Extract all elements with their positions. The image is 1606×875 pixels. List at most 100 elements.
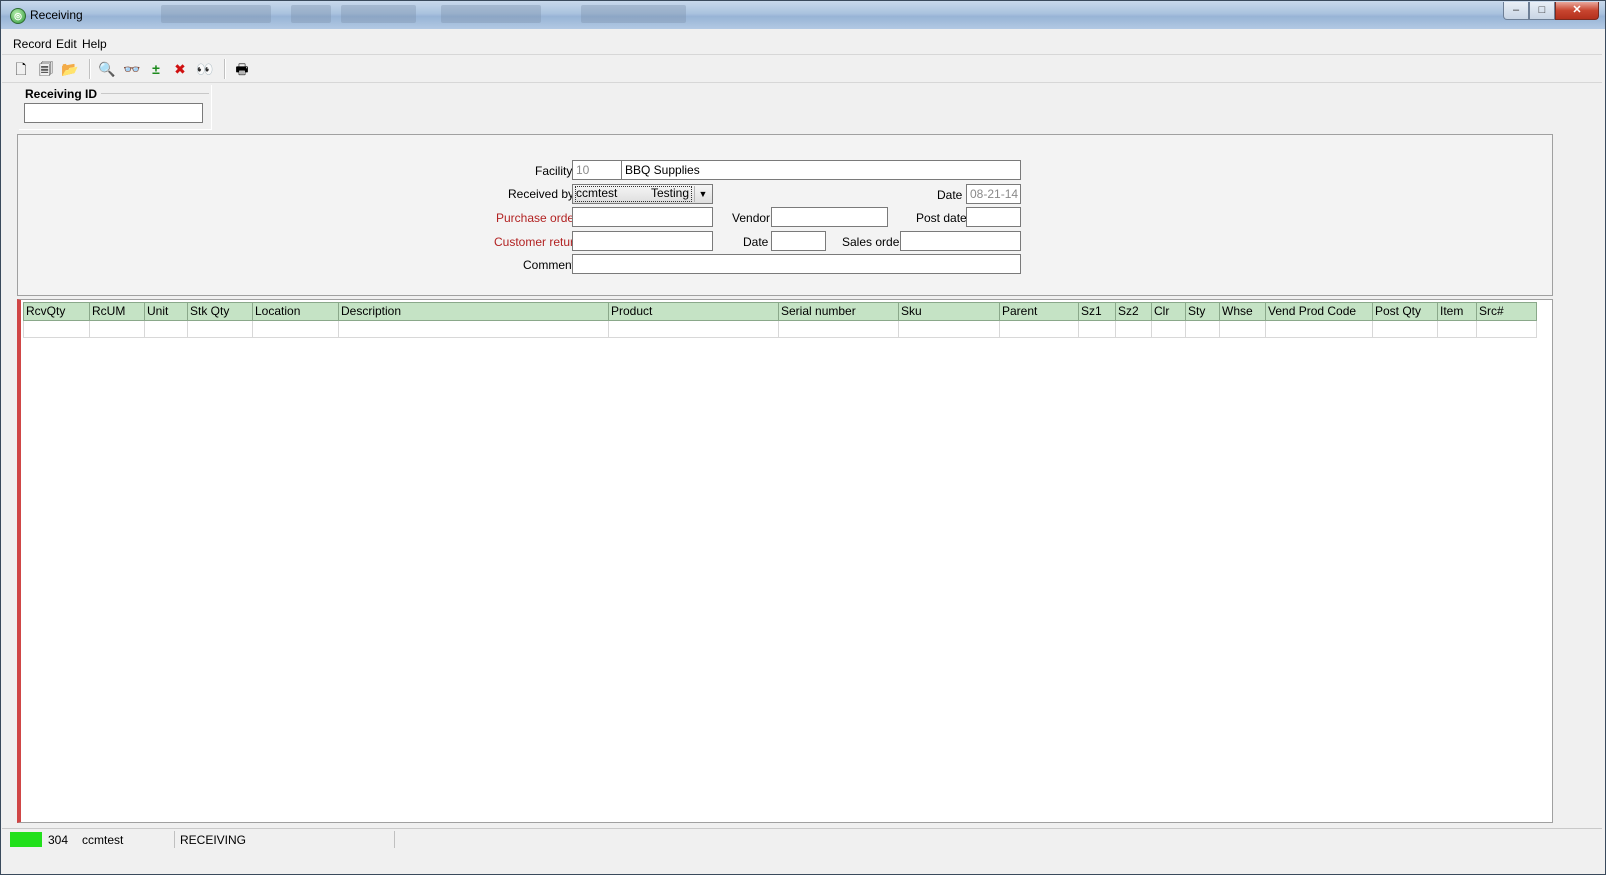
date-field[interactable]: 08-21-14 [966,184,1021,204]
status-divider [174,831,175,848]
maximize-button[interactable]: □ [1529,2,1555,20]
column-header[interactable]: Sz2 [1116,302,1152,321]
column-header[interactable]: Clr [1152,302,1186,321]
open-folder-icon[interactable]: 📂 [60,59,80,79]
background-blur [291,5,331,23]
receiving-window: ◎ Receiving ‒ □ ✕ Record Edit Help 🗋 🗐 📂… [0,0,1606,875]
return-date-field[interactable] [771,231,826,251]
customer-return-label: Customer return [494,235,581,249]
close-button[interactable]: ✕ [1555,2,1599,20]
grid-cell[interactable] [609,321,779,338]
window-title: Receiving [30,8,83,22]
menu-record[interactable]: Record [13,37,52,51]
vendor-label: Vendor [732,211,771,225]
grid-cell[interactable] [253,321,339,338]
background-blur [341,5,416,23]
receiving-lines-grid: RcvQty RcUM Unit Stk Qty Location Descri… [17,299,1553,823]
menu-bar: Record Edit Help [2,34,1602,55]
column-header[interactable]: Parent [1000,302,1079,321]
return-date-label: Date [743,235,769,249]
receiving-header-panel: Facility 10 BBQ Supplies Received by ccm… [17,134,1553,296]
grid-cell[interactable] [1186,321,1220,338]
post-date-field[interactable] [966,207,1021,227]
customer-return-field[interactable] [572,231,713,251]
grid-cell[interactable] [1266,321,1373,338]
column-header[interactable]: Vend Prod Code [1266,302,1373,321]
grid-cell[interactable] [90,321,145,338]
group-divider [101,93,209,94]
binoculars-icon[interactable]: 👀 [195,59,215,79]
menu-help[interactable]: Help [82,37,107,51]
grid-cell[interactable] [1438,321,1477,338]
grid-cell[interactable] [1220,321,1266,338]
facility-code-field[interactable]: 10 [572,160,622,180]
column-header[interactable]: RcUM [90,302,145,321]
received-by-dropdown[interactable]: ccmtest Testing ▼ [572,184,713,204]
sales-order-label: Sales order [842,235,904,249]
chevron-down-icon[interactable]: ▼ [694,186,711,202]
grid-cell[interactable] [779,321,899,338]
column-header[interactable]: Location [253,302,339,321]
column-header[interactable]: Item [1438,302,1477,321]
background-blur [441,5,541,23]
menu-edit[interactable]: Edit [56,37,77,51]
toolbar-separator [224,59,226,79]
column-header[interactable]: RcvQty [23,302,90,321]
grid-cell[interactable] [899,321,1000,338]
facility-name-field[interactable]: BBQ Supplies [621,160,1021,180]
delete-icon[interactable]: ✖ [170,59,190,79]
column-header[interactable]: Product [609,302,779,321]
column-header[interactable]: Sty [1186,302,1220,321]
column-header[interactable]: Description [339,302,609,321]
new-record-icon[interactable]: 🗋 [11,59,31,79]
glasses-icon[interactable]: 👓 [122,59,142,79]
grid-cell[interactable] [23,321,90,338]
add-line-icon[interactable]: ± [146,59,166,79]
column-header[interactable]: Src# [1477,302,1537,321]
title-bar[interactable]: ◎ Receiving ‒ □ ✕ [1,1,1605,29]
vendor-field[interactable] [771,207,888,227]
comment-field[interactable] [572,254,1021,274]
column-header[interactable]: Whse [1220,302,1266,321]
status-code: 304 [48,833,69,847]
grid-cell[interactable] [1477,321,1537,338]
grid-cell[interactable] [1079,321,1116,338]
grid-cell[interactable] [145,321,188,338]
background-blur [581,5,686,23]
purchase-order-label: Purchase order [496,211,579,225]
purchase-order-field[interactable] [572,207,713,227]
minimize-button[interactable]: ‒ [1503,2,1529,20]
status-divider [394,831,395,848]
status-user: ccmtest [82,833,124,847]
zoom-icon[interactable]: 🔍 [97,59,117,79]
grid-header-row: RcvQty RcUM Unit Stk Qty Location Descri… [23,302,1537,321]
column-header[interactable]: Serial number [779,302,899,321]
grid-cell[interactable] [1373,321,1438,338]
app-icon: ◎ [10,8,26,24]
column-header[interactable]: Stk Qty [188,302,253,321]
table-row[interactable] [23,321,1537,338]
background-blur [161,5,271,23]
grid-cell[interactable] [1000,321,1079,338]
print-icon[interactable]: 🖶 [232,59,252,79]
post-date-label: Post date [916,211,967,225]
grid-cell[interactable] [188,321,253,338]
date-label: Date [937,188,963,202]
column-header[interactable]: Post Qty [1373,302,1438,321]
grid-cell[interactable] [1116,321,1152,338]
grid-cell[interactable] [1152,321,1186,338]
received-by-label: Received by [508,187,575,201]
copy-record-icon[interactable]: 🗐 [36,59,56,79]
grid-cell[interactable] [339,321,609,338]
receiving-id-group: Receiving ID [19,85,212,130]
column-header[interactable]: Unit [145,302,188,321]
sales-order-field[interactable] [900,231,1021,251]
status-module: RECEIVING [180,833,247,847]
status-bar: 304 ccmtest RECEIVING [2,828,1602,851]
received-by-user: ccmtest [576,186,618,200]
comment-label: Comment [523,258,576,272]
receiving-id-input[interactable] [24,103,203,123]
column-header[interactable]: Sku [899,302,1000,321]
toolbar: 🗋 🗐 📂 🔍 👓 ± ✖ 👀 🖶 [2,56,1602,83]
column-header[interactable]: Sz1 [1079,302,1116,321]
